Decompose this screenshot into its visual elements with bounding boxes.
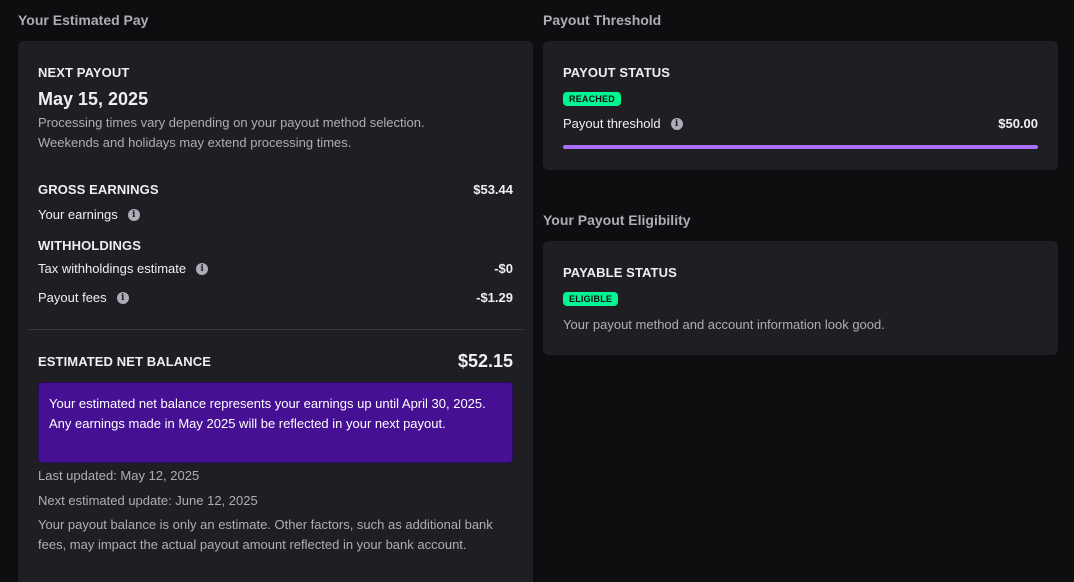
threshold-progress-fill bbox=[563, 145, 1038, 149]
eligible-badge: ELIGIBLE bbox=[563, 292, 619, 306]
payout-threshold-card: PAYOUT STATUS REACHED Payout threshold i… bbox=[543, 41, 1058, 170]
threshold-progress-bar bbox=[563, 145, 1038, 149]
payout-disclaimer: Your payout balance is only an estimate.… bbox=[38, 517, 493, 552]
net-balance-notice: Your estimated net balance represents yo… bbox=[38, 382, 513, 463]
info-icon[interactable]: i bbox=[670, 117, 683, 130]
info-icon[interactable]: i bbox=[116, 291, 129, 304]
payout-page: Your Estimated Pay NEXT PAYOUT May 15, 2… bbox=[0, 0, 1074, 582]
payout-threshold-row: Payout threshold i $50.00 bbox=[563, 116, 1038, 131]
tax-withholdings-label: Tax withholdings estimate bbox=[38, 261, 187, 276]
estimated-pay-heading: Your Estimated Pay bbox=[18, 12, 149, 28]
divider bbox=[28, 329, 523, 330]
payout-threshold-amount: $50.00 bbox=[998, 116, 1038, 131]
gross-earnings-amount: $53.44 bbox=[473, 182, 513, 197]
payout-eligibility-heading: Your Payout Eligibility bbox=[543, 212, 691, 228]
gross-earnings-row: GROSS EARNINGS $53.44 bbox=[38, 182, 513, 197]
payout-fees-row: Payout fees i -$1.29 bbox=[38, 290, 513, 305]
net-balance-label: ESTIMATED NET BALANCE bbox=[38, 354, 212, 369]
withholdings-label: WITHHOLDINGS bbox=[38, 238, 142, 253]
info-icon[interactable]: i bbox=[196, 262, 209, 275]
info-icon[interactable]: i bbox=[127, 208, 140, 221]
reached-badge: REACHED bbox=[563, 92, 621, 106]
payable-status-label: PAYABLE STATUS bbox=[563, 265, 677, 280]
payout-status-label: PAYOUT STATUS bbox=[563, 65, 670, 80]
last-updated: Last updated: May 12, 2025 bbox=[38, 468, 200, 483]
net-balance-amount: $52.15 bbox=[457, 351, 513, 371]
processing-note-line2: Weekends and holidays may extend process… bbox=[38, 135, 352, 150]
payout-fees-amount: -$1.29 bbox=[476, 290, 513, 305]
gross-earnings-label: GROSS EARNINGS bbox=[38, 182, 159, 197]
processing-note-line1: Processing times vary depending on your … bbox=[38, 115, 425, 130]
payout-threshold-label: Payout threshold bbox=[563, 116, 661, 131]
next-payout-label: NEXT PAYOUT bbox=[38, 65, 130, 80]
next-estimated-update: Next estimated update: June 12, 2025 bbox=[38, 493, 258, 508]
tax-withholdings-row: Tax withholdings estimate i -$0 bbox=[38, 261, 513, 276]
estimated-pay-card: NEXT PAYOUT May 15, 2025 Processing time… bbox=[18, 41, 533, 582]
payout-eligibility-card: PAYABLE STATUS ELIGIBLE Your payout meth… bbox=[543, 241, 1058, 355]
eligibility-message: Your payout method and account informati… bbox=[563, 317, 885, 332]
your-earnings-row: Your earnings i bbox=[38, 207, 513, 222]
net-balance-row: ESTIMATED NET BALANCE $52.15 bbox=[38, 351, 513, 372]
payout-threshold-heading: Payout Threshold bbox=[543, 12, 662, 28]
tax-withholdings-amount: -$0 bbox=[494, 261, 513, 276]
next-payout-date: May 15, 2025 bbox=[38, 89, 149, 109]
your-earnings-label: Your earnings bbox=[38, 207, 118, 222]
payout-fees-label: Payout fees bbox=[38, 290, 107, 305]
